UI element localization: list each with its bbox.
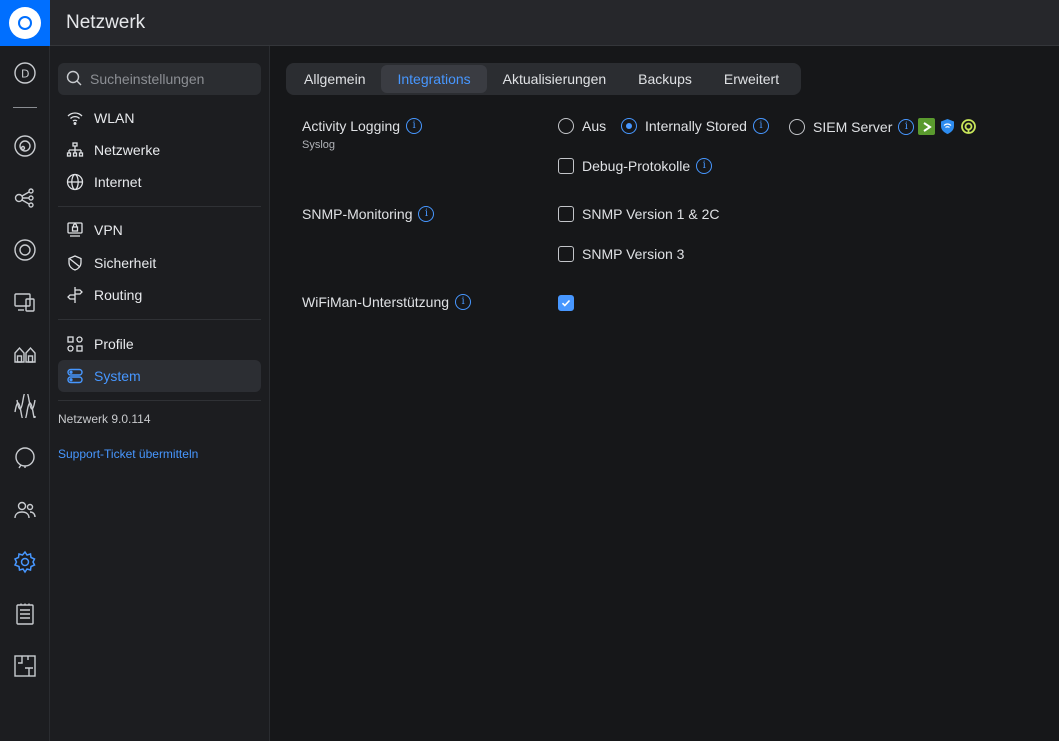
dashboard-icon[interactable]: D xyxy=(12,60,38,86)
sidebar-item-routing[interactable]: Routing xyxy=(58,279,261,311)
radio-label: SIEM Server xyxy=(813,118,893,135)
top-header: Netzwerk xyxy=(50,0,1059,46)
snmp-v3-checkbox[interactable] xyxy=(558,246,574,262)
sidebar-item-label: Netzwerke xyxy=(94,142,161,158)
tab-erweitert[interactable]: Erweitert xyxy=(708,65,795,93)
routing-icon xyxy=(66,286,84,304)
page-title: Netzwerk xyxy=(66,11,146,33)
info-icon[interactable]: i xyxy=(418,206,435,222)
radio-internally-stored[interactable] xyxy=(621,118,637,134)
sidebar-item-sicherheit[interactable]: Sicherheit xyxy=(58,247,261,279)
info-icon[interactable]: i xyxy=(696,158,713,174)
wifiman-option[interactable] xyxy=(558,295,582,311)
sidebar-item-label: Sicherheit xyxy=(94,255,157,271)
tab-aktualisierungen[interactable]: Aktualisierungen xyxy=(487,65,623,93)
checkbox-label: Debug-Protokolle xyxy=(582,158,691,174)
checkmark-icon xyxy=(561,299,571,307)
debug-protokolle-option[interactable]: Debug-Protokolle i xyxy=(558,158,713,174)
wifiman-checkbox[interactable] xyxy=(558,295,574,311)
tab-integrations[interactable]: Integrations xyxy=(381,65,487,93)
tab-allgemein[interactable]: Allgemein xyxy=(288,65,381,93)
info-icon[interactable]: i xyxy=(455,294,472,310)
system-icon xyxy=(66,367,84,385)
snmp-row-label: SNMP-Monitoring i xyxy=(302,206,435,222)
floorplan-icon[interactable] xyxy=(12,653,38,679)
snmp-monitoring-label: SNMP-Monitoring xyxy=(302,206,413,222)
sidebar-item-wlan[interactable]: WLAN xyxy=(58,102,261,134)
sidebar-item-internet[interactable]: Internet xyxy=(58,166,261,198)
info-icon[interactable]: i xyxy=(752,118,769,134)
radio-label: Aus xyxy=(582,118,607,134)
networks-icon xyxy=(66,141,84,159)
globe-icon xyxy=(66,173,84,191)
app-rail: D xyxy=(0,0,50,741)
snmp-v3-option[interactable]: SNMP Version 3 xyxy=(558,246,684,262)
topology-icon[interactable] xyxy=(12,133,38,159)
logging-option-siem-server[interactable]: SIEM Server i xyxy=(789,118,977,135)
vpn-icon xyxy=(66,221,84,239)
sidebar-divider xyxy=(58,206,261,207)
activity-logging-label: Activity Logging xyxy=(302,118,401,134)
sidebar-item-label: Profile xyxy=(94,336,134,352)
checkbox-label: SNMP Version 1 & 2C xyxy=(582,206,720,222)
settings-tabs: Allgemein Integrations Aktualisierungen … xyxy=(286,63,801,95)
sidebar-item-label: System xyxy=(94,368,141,384)
sidebar-item-label: Routing xyxy=(94,287,143,303)
search-box xyxy=(58,63,261,95)
tab-backups[interactable]: Backups xyxy=(622,65,708,93)
sidebar-divider xyxy=(58,319,261,320)
radio-label: Internally Stored xyxy=(645,118,747,134)
insights-icon[interactable] xyxy=(12,393,38,419)
debug-protokolle-checkbox[interactable] xyxy=(558,158,574,174)
version-label: Netzwerk 9.0.114 xyxy=(58,412,151,426)
sidebar-item-profile[interactable]: Profile xyxy=(58,328,261,360)
sidebar-item-label: VPN xyxy=(94,222,123,238)
spiral-logo-icon xyxy=(960,118,977,135)
radio-aus[interactable] xyxy=(558,118,574,134)
unifi-logo-icon[interactable] xyxy=(0,0,50,46)
sidebar-item-label: WLAN xyxy=(94,110,135,126)
splunk-logo-icon xyxy=(918,118,936,135)
sidebar-item-label: Internet xyxy=(94,174,142,190)
snmp-v1-checkbox[interactable] xyxy=(558,206,574,222)
wifi-icon xyxy=(66,109,84,127)
search-icon xyxy=(66,70,82,89)
radio-siem-server[interactable] xyxy=(789,118,805,135)
svg-text:D: D xyxy=(21,68,29,81)
search-input[interactable] xyxy=(90,71,260,87)
shield-icon xyxy=(66,254,84,272)
logs-icon[interactable] xyxy=(12,601,38,627)
sidebar-divider xyxy=(58,400,261,401)
wifiman-label: WiFiMan-Unterstützung xyxy=(302,294,450,310)
insights-bulb-icon[interactable] xyxy=(12,445,38,471)
profiles-icon xyxy=(66,335,84,353)
client-devices-icon[interactable] xyxy=(12,237,38,263)
settings-icon[interactable] xyxy=(12,549,38,575)
sidebar-item-netzwerke[interactable]: Netzwerke xyxy=(58,134,261,166)
settings-sidebar: WLAN Netzwerke Internet VPN Sicherheit R… xyxy=(50,46,270,741)
radios-icon[interactable] xyxy=(12,341,38,367)
logging-option-aus[interactable]: Aus xyxy=(558,118,606,134)
wifiman-row-label: WiFiMan-Unterstützung i xyxy=(302,294,472,310)
sidebar-item-vpn[interactable]: VPN xyxy=(58,214,261,246)
info-icon[interactable]: i xyxy=(406,118,423,134)
devices-icon[interactable] xyxy=(12,185,38,211)
checkbox-label: SNMP Version 3 xyxy=(582,246,685,262)
info-icon[interactable]: i xyxy=(898,118,915,135)
activity-logging-row-label: Activity Logging i xyxy=(302,118,423,134)
snmp-v1-option[interactable]: SNMP Version 1 & 2C xyxy=(558,206,719,222)
sidebar-item-system[interactable]: System xyxy=(58,360,261,392)
users-icon[interactable] xyxy=(12,497,38,523)
support-ticket-link[interactable]: Support-Ticket übermitteln xyxy=(58,447,198,461)
activity-logging-sublabel: Syslog xyxy=(302,139,336,151)
logging-option-internally-stored[interactable]: Internally Stored i xyxy=(621,118,769,134)
rail-divider xyxy=(13,107,37,108)
ports-icon[interactable] xyxy=(12,289,38,315)
shield-wifi-logo-icon xyxy=(939,118,956,135)
